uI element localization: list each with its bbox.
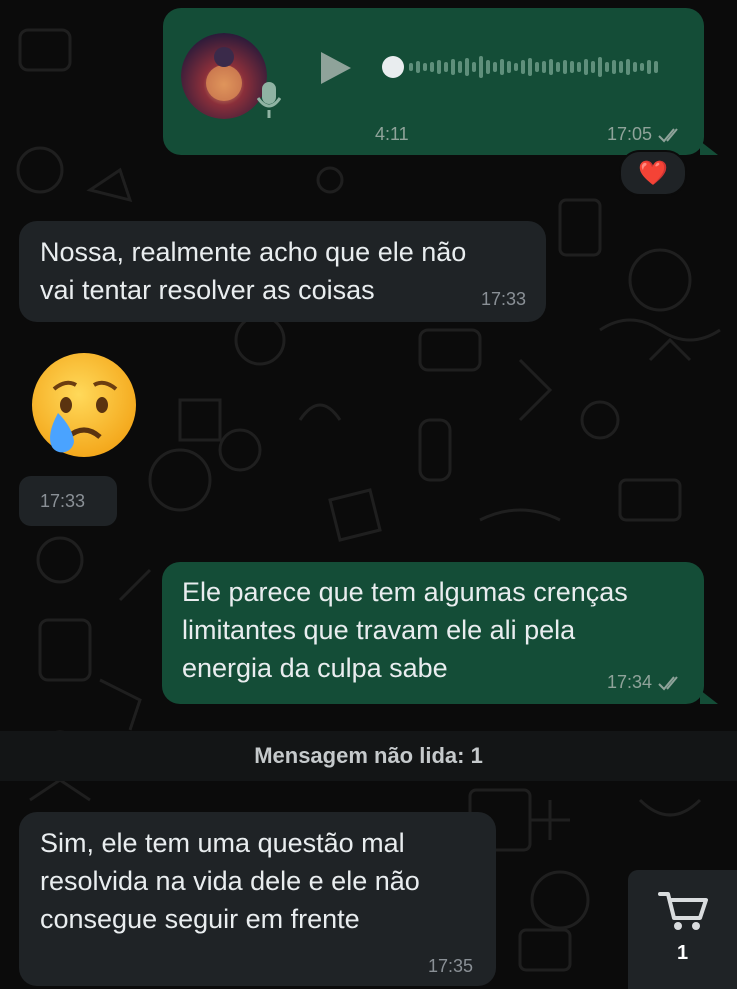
cart-button[interactable]: 1 [628,870,737,989]
audio-waveform[interactable] [409,54,658,80]
emoji-timestamp-chip: 17:33 [19,476,117,526]
heart-icon: ❤️ [638,159,668,187]
voice-timestamp: 17:05 [607,124,684,145]
outgoing-message[interactable]: Ele parece que tem algumas crenças limit… [162,562,704,704]
message-text: Ele parece que tem algumas crenças limit… [182,577,628,683]
cart-icon [658,892,708,930]
bubble-tail [700,141,718,155]
unread-messages-banner: Mensagem não lida: 1 [0,731,737,781]
microphone-icon [257,82,281,118]
crying-face-emoji [32,353,136,457]
incoming-message[interactable]: Nossa, realmente acho que ele não vai te… [19,221,546,322]
playback-scrubber[interactable] [382,56,404,78]
sender-avatar [181,33,267,119]
bubble-tail [700,690,718,704]
message-timestamp: 17:33 [40,491,86,511]
message-timestamp: 17:34 [607,672,684,693]
message-timestamp: 17:35 [427,956,473,976]
message-timestamp: 17:33 [480,289,526,309]
cart-count: 1 [676,942,689,964]
double-check-icon [658,675,678,690]
double-check-icon [658,127,678,142]
voice-duration: 4:11 [375,124,409,144]
heart-reaction[interactable]: ❤️ [619,150,687,196]
incoming-message[interactable]: Sim, ele tem uma questão mal resolvida n… [19,812,496,986]
emoji-message[interactable] [24,349,140,465]
play-icon[interactable] [319,50,353,86]
voice-message-bubble[interactable]: 4:11 17:05 [163,8,704,155]
message-text: Nossa, realmente acho que ele não vai te… [40,237,467,305]
message-text: Sim, ele tem uma questão mal resolvida n… [40,828,420,934]
